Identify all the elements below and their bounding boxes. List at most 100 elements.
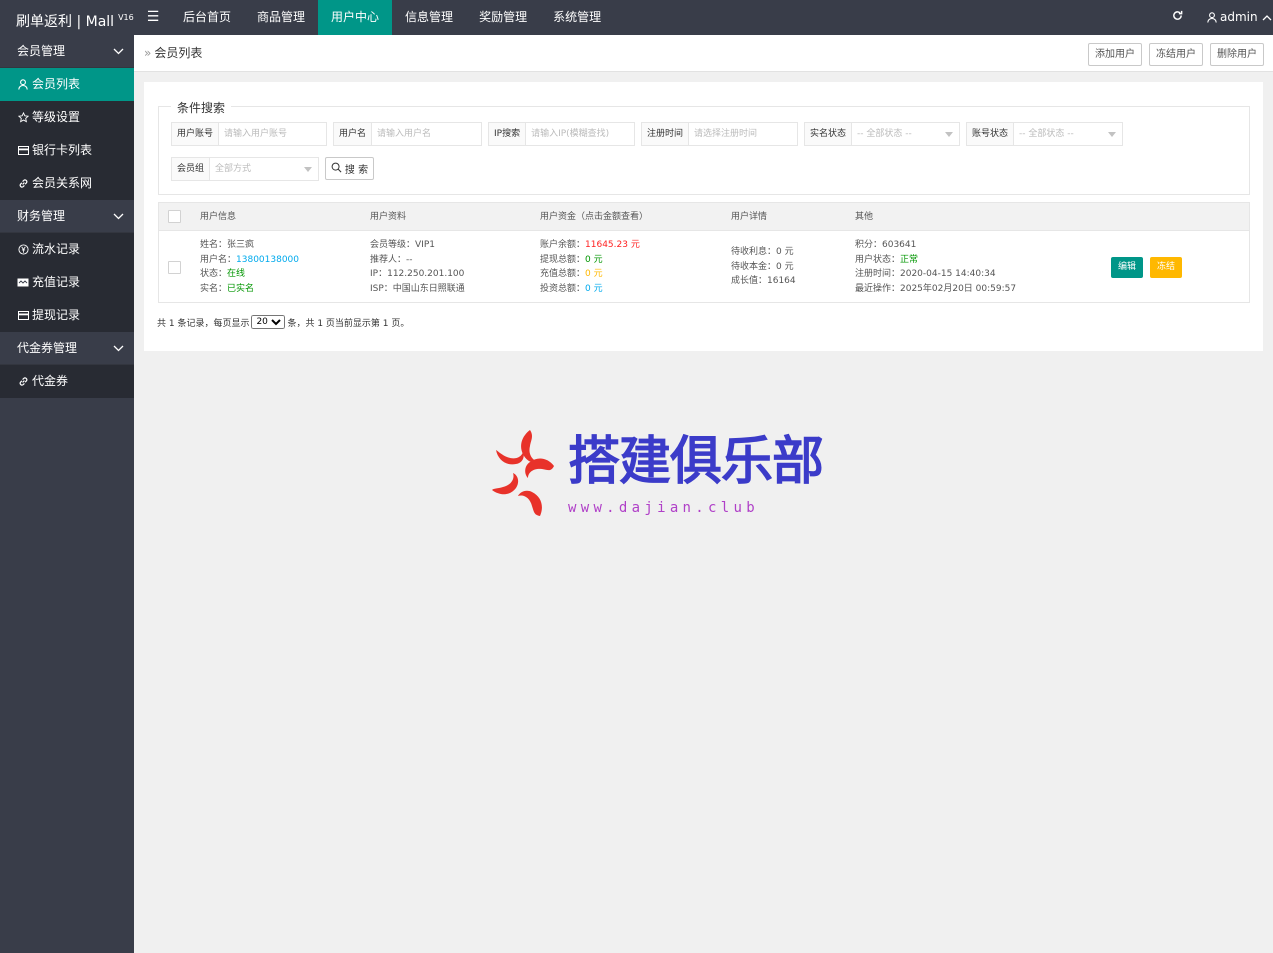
search-icon	[331, 162, 342, 176]
search-button[interactable]: 搜 索	[325, 157, 374, 180]
realname-status-field: 实名状态 -- 全部状态 --	[804, 122, 960, 146]
sidebar-group-members[interactable]: 会员管理	[0, 35, 134, 68]
invest-amount[interactable]: 0 元	[585, 284, 603, 294]
freeze-button[interactable]: 冻结	[1150, 257, 1183, 278]
sidebar-group-label: 财务管理	[17, 209, 66, 223]
menu-toggle-icon[interactable]: ☰	[140, 0, 166, 35]
sidebar-item-transactions[interactable]: 流水记录	[0, 233, 134, 266]
field-label: 会员组	[172, 158, 211, 180]
search-fieldset	[158, 106, 1250, 195]
breadcrumb-current: 会员列表	[154, 46, 203, 60]
nav-info[interactable]: 信息管理	[392, 0, 466, 35]
ip-input[interactable]: 请输入IP(模糊查找)	[526, 123, 634, 145]
user-icon	[1207, 12, 1217, 23]
nav-home[interactable]: 后台首页	[170, 0, 244, 35]
top-nav: 后台首页 商品管理 用户中心 信息管理 奖励管理 系统管理	[170, 0, 614, 35]
select-value: 全部方式	[215, 164, 252, 174]
dropdown-arrow-icon	[304, 167, 312, 172]
search-legend: 条件搜索	[171, 99, 232, 116]
sidebar-item-levels[interactable]: 等级设置	[0, 101, 134, 134]
register-time-input[interactable]: 请选择注册时间	[689, 123, 797, 145]
withdraw-amount[interactable]: 0 元	[585, 255, 603, 265]
column-header: 用户详情	[731, 212, 768, 222]
sidebar-group-vouchers[interactable]: 代金券管理	[0, 332, 134, 365]
realname-status-select[interactable]: -- 全部状态 --	[852, 123, 959, 145]
row-checkbox[interactable]	[168, 261, 181, 274]
dropdown-arrow-icon	[1108, 132, 1116, 137]
sidebar-group-label: 会员管理	[17, 44, 66, 58]
link-icon	[17, 178, 29, 190]
sidebar-item-bank-cards[interactable]: 银行卡列表	[0, 134, 134, 167]
pagination-suffix: 条，共 1 页当前显示第 1 页。	[287, 318, 410, 329]
balance-amount[interactable]: 11645.23 元	[585, 240, 640, 250]
user-realname: 张三疯	[227, 240, 255, 250]
user-icon	[17, 79, 29, 91]
other-info-cell: 积分：603641 用户状态：正常 注册时间：2020-04-15 14:40:…	[855, 238, 1016, 297]
sidebar-item-withdrawals[interactable]: 提现记录	[0, 299, 134, 332]
user-funds-cell: 账户余额：11645.23 元 提现总额：0 元 充值总额：0 元 投资总额：0…	[540, 240, 640, 295]
pending-interest: 待收利息：0 元	[731, 247, 794, 257]
account-input[interactable]: 请输入用户账号	[219, 123, 326, 145]
username-link[interactable]: 13800138000	[236, 255, 299, 265]
select-all-checkbox[interactable]	[168, 210, 181, 223]
nav-goods[interactable]: 商品管理	[244, 0, 318, 35]
toolbar: 添加用户 冻结用户 删除用户	[1088, 43, 1264, 66]
user-name: admin	[1220, 10, 1258, 24]
sidebar-item-relations[interactable]: 会员关系网	[0, 167, 134, 200]
field-label: 账号状态	[967, 123, 1015, 145]
watermark-title: 搭建俱乐部	[568, 432, 824, 492]
sidebar-item-member-list[interactable]: 会员列表	[0, 68, 134, 101]
pending-principal: 待收本金：0 元	[731, 261, 794, 272]
username-search-field: 用户名 请输入用户名	[333, 122, 482, 146]
select-value: -- 全部状态 --	[857, 129, 912, 139]
sidebar-item-label: 代金券	[32, 374, 69, 388]
edit-button[interactable]: 编辑	[1111, 257, 1144, 278]
referrer: --	[406, 254, 413, 265]
field-label: 实名状态	[805, 123, 853, 145]
sidebar-group-finance[interactable]: 财务管理	[0, 200, 134, 233]
sidebar-item-recharges[interactable]: 充值记录	[0, 266, 134, 299]
field-label: 用户账号	[172, 123, 220, 145]
watermark-url: www.dajian.club	[568, 500, 759, 516]
column-header: 用户资金（点击金额查看）	[540, 212, 649, 222]
isp: 中国山东日照联通	[392, 284, 465, 295]
breadcrumb: » 会员列表	[144, 35, 202, 72]
star-icon	[17, 112, 29, 124]
card-icon	[17, 145, 29, 157]
add-user-button[interactable]: 添加用户	[1088, 43, 1142, 66]
recharge-amount[interactable]: 0 元	[585, 269, 603, 279]
app-logo[interactable]: 刷单返利 | Mall V16	[0, 0, 134, 35]
field-label: IP搜索	[489, 123, 527, 145]
sidebar-item-label: 等级设置	[32, 110, 81, 124]
sidebar-item-label: 充值记录	[32, 275, 81, 289]
delete-user-button[interactable]: 删除用户	[1210, 43, 1264, 66]
sidebar-item-vouchers[interactable]: 代金券	[0, 365, 134, 398]
member-group-select[interactable]: 全部方式	[210, 158, 318, 180]
field-label: 用户名	[334, 123, 373, 145]
nav-users[interactable]: 用户中心	[318, 0, 393, 35]
realname-status: 已实名	[227, 284, 255, 295]
freeze-user-button[interactable]: 冻结用户	[1149, 43, 1203, 66]
pagination-prefix: 共 1 条记录，每页显示	[157, 318, 250, 329]
sidebar-group-label: 代金券管理	[17, 341, 78, 355]
chevron-up-icon	[1262, 14, 1272, 21]
link-icon	[17, 376, 29, 388]
page-size-select[interactable]: 20	[251, 315, 286, 329]
table-header: 用户信息 用户资料 用户资金（点击金额查看） 用户详情 其他	[159, 203, 1249, 231]
refresh-icon[interactable]	[1166, 0, 1188, 35]
yen-circle-icon	[17, 244, 29, 256]
username-input[interactable]: 请输入用户名	[372, 123, 481, 145]
dropdown-arrow-icon	[945, 132, 953, 137]
user-menu[interactable]: admin	[1207, 0, 1272, 35]
field-label: 注册时间	[642, 123, 690, 145]
online-status: 在线	[227, 269, 246, 280]
account-status-select[interactable]: -- 全部状态 --	[1014, 123, 1122, 145]
nav-system[interactable]: 系统管理	[540, 0, 614, 35]
column-header: 用户资料	[370, 212, 407, 222]
nav-rewards[interactable]: 奖励管理	[466, 0, 540, 35]
sidebar-item-label: 银行卡列表	[32, 143, 93, 157]
chevron-down-icon	[113, 200, 124, 233]
sidebar-item-label: 会员列表	[32, 77, 81, 91]
member-level: VIP1	[415, 240, 435, 250]
register-time: 注册时间：2020-04-15 14:40:34	[855, 269, 996, 280]
